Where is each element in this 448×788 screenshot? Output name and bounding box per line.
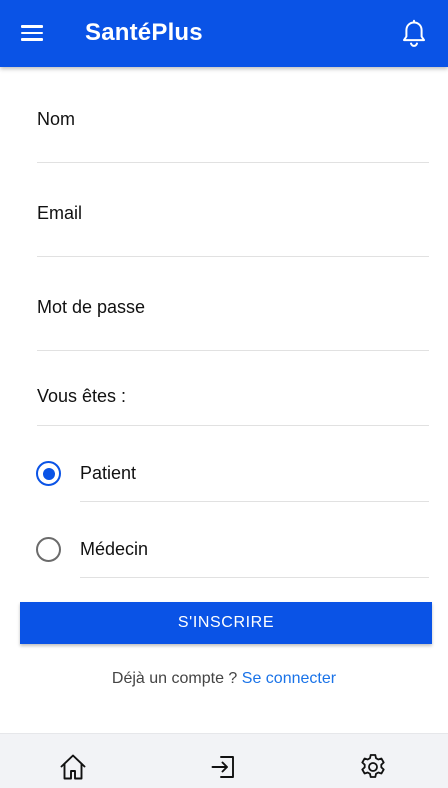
signup-button[interactable]: S'INSCRIRE: [20, 602, 432, 644]
role-option-label: Médecin: [80, 539, 149, 559]
radio-unselected-icon[interactable]: [36, 537, 61, 562]
role-section-title: Vous êtes :: [37, 372, 429, 426]
signup-screen: SantéPlus Nom Email Mot de passe Vous êt…: [0, 0, 448, 788]
login-icon[interactable]: [209, 752, 239, 782]
role-title-label: Vous êtes :: [37, 386, 127, 406]
login-link[interactable]: Se connecter: [242, 670, 336, 687]
app-title: SantéPlus: [85, 19, 203, 46]
bell-icon[interactable]: [400, 19, 428, 49]
app-header: SantéPlus: [0, 0, 448, 67]
email-field[interactable]: Email: [37, 189, 429, 257]
role-option-medecin[interactable]: Médecin: [36, 512, 429, 588]
login-prompt-text: Déjà un compte ?: [111, 670, 238, 687]
name-field[interactable]: Nom: [37, 95, 429, 163]
divider: [80, 501, 429, 502]
role-option-label: Patient: [80, 463, 137, 483]
settings-gear-icon[interactable]: [358, 752, 388, 782]
radio-selected-icon[interactable]: [36, 461, 61, 486]
role-option-patient[interactable]: Patient: [36, 436, 429, 512]
hamburger-menu-icon[interactable]: [20, 22, 44, 44]
divider: [80, 577, 429, 578]
password-field[interactable]: Mot de passe: [37, 283, 429, 351]
bottom-navigation: [0, 733, 448, 788]
home-icon[interactable]: [58, 752, 88, 782]
login-prompt: Déjà un compte ? Se connecter: [0, 670, 448, 688]
